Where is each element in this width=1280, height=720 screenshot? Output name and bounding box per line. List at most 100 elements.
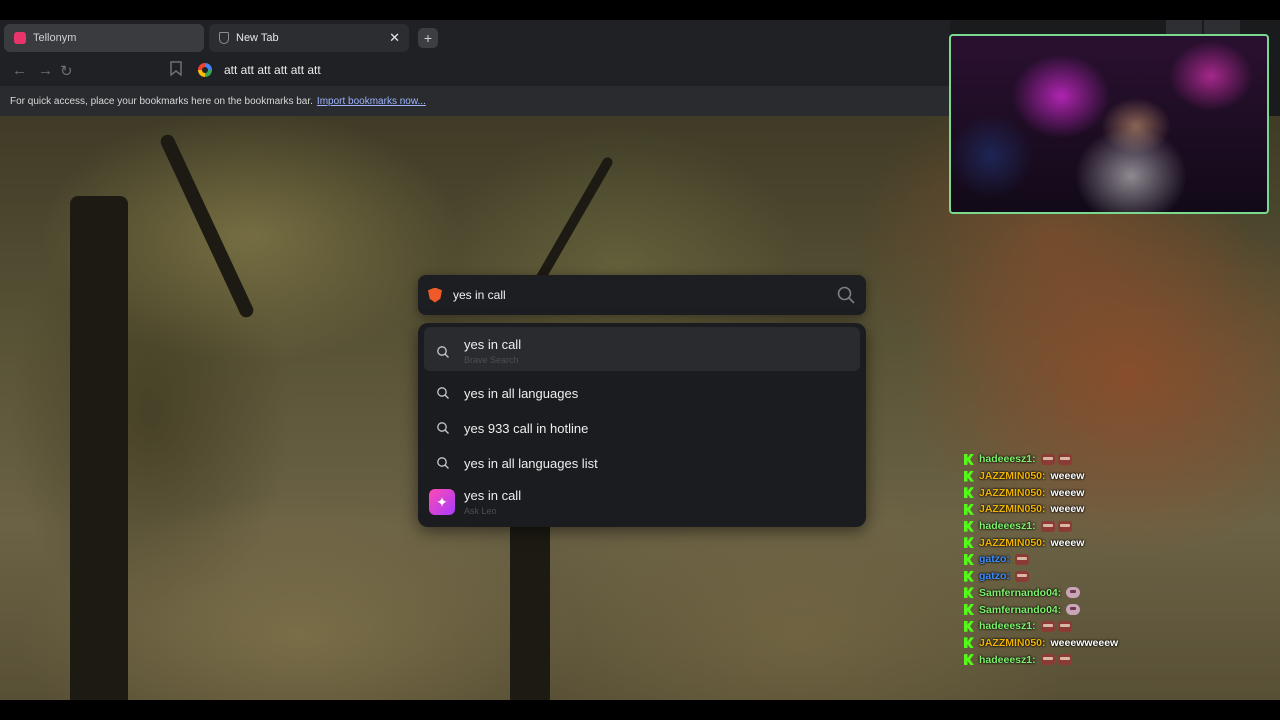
suggestion-text: yes in all languages list [464, 455, 598, 471]
search-icon [437, 346, 449, 358]
address-bar-text: att att att att att att [224, 63, 321, 77]
google-icon [198, 63, 212, 77]
bookmark-icon[interactable] [170, 61, 182, 80]
chat-message: Samfernando04: [964, 585, 1280, 602]
kick-badge-icon [964, 453, 974, 465]
tree-branch [158, 132, 256, 320]
suggestion-text: yes 933 call in hotline [464, 420, 589, 436]
chat-username[interactable]: JAZZMIN050: [979, 487, 1046, 499]
chat-emote-icon [1057, 654, 1072, 666]
chat-message: Samfernando04: [964, 601, 1280, 618]
chat-emote-icon [1066, 604, 1081, 616]
chat-username[interactable]: JAZZMIN050: [979, 537, 1046, 549]
minimize-button[interactable] [1166, 20, 1202, 34]
screen-bottom-border [0, 700, 1280, 720]
close-tab-icon[interactable]: ✕ [389, 30, 400, 46]
tab-new-tab[interactable]: New Tab ✕ [209, 24, 409, 52]
kick-badge-icon [964, 604, 974, 616]
search-query: yes in call [453, 288, 506, 302]
tab-tellonym[interactable]: Tellonym [4, 24, 204, 52]
screen-top-border [0, 0, 1280, 20]
chat-message: JAZZMIN050: weeew [964, 501, 1280, 518]
search-icon [437, 422, 449, 434]
forward-arrow-icon[interactable]: → [38, 62, 53, 79]
search-suggestions: yes in call Brave Search yes in all lang… [418, 323, 866, 527]
import-bookmarks-link[interactable]: Import bookmarks now... [317, 96, 426, 107]
address-bar[interactable]: att att att att att att [198, 58, 948, 82]
chat-emote-icon [1014, 553, 1029, 565]
leo-ai-icon: ✦ [429, 489, 455, 515]
suggestion-text: yes in call [464, 337, 522, 352]
tree-trunk [510, 516, 550, 700]
chat-username[interactable]: JAZZMIN050: [979, 503, 1046, 515]
chat-username[interactable]: Samfernando04: [979, 604, 1061, 616]
chat-message-text: weeew [1050, 503, 1085, 516]
tellonym-favicon-icon [14, 32, 26, 44]
kick-badge-icon [964, 503, 974, 515]
search-icon [437, 457, 449, 469]
browser-toolbar: ← → ↻ att att att att att att [0, 54, 950, 86]
search-icon[interactable] [836, 285, 856, 305]
search-icon [437, 387, 449, 399]
chat-message: JAZZMIN050: weeew [964, 534, 1280, 551]
kick-badge-icon [964, 553, 974, 565]
tree-trunk [70, 196, 128, 700]
suggestion-item[interactable]: yes 933 call in hotline [424, 416, 860, 440]
suggestion-subtext: Brave Search [464, 355, 519, 365]
streamer-webcam [949, 34, 1269, 214]
tab-label: New Tab [236, 32, 279, 44]
kick-badge-icon [964, 587, 974, 599]
chat-message-text: weeewweeew [1050, 636, 1119, 649]
chat-emote-icon [1057, 620, 1072, 632]
chat-message: JAZZMIN050: weeew [964, 468, 1280, 485]
tab-strip: Tellonym New Tab ✕ + [0, 20, 950, 54]
kick-badge-icon [964, 620, 974, 632]
chat-username[interactable]: Samfernando04: [979, 587, 1061, 599]
chat-username[interactable]: gatzo: [979, 553, 1010, 565]
chat-message: JAZZMIN050: weeew [964, 484, 1280, 501]
chat-emote-icon [1014, 570, 1029, 582]
chat-username[interactable]: hadeeesz1: [979, 453, 1036, 465]
chat-emote-icon [1057, 453, 1072, 465]
chat-username[interactable]: gatzo: [979, 570, 1010, 582]
chat-username[interactable]: hadeeesz1: [979, 620, 1036, 632]
reload-icon[interactable]: ↻ [60, 62, 73, 80]
chat-emote-icon [1057, 520, 1072, 532]
kick-badge-icon [964, 637, 974, 649]
chat-emote-icon [1040, 520, 1055, 532]
brave-logo-icon [428, 287, 442, 303]
kick-badge-icon [964, 537, 974, 549]
suggestion-item[interactable]: yes in all languages [424, 381, 860, 405]
kick-badge-icon [964, 654, 974, 666]
kick-badge-icon [964, 470, 974, 482]
bookmarks-bar: For quick access, place your bookmarks h… [0, 86, 950, 116]
suggestion-item-ask-leo[interactable]: ✦ yes in call Ask Leo [424, 485, 860, 519]
stream-chat-overlay: hadeeesz1: JAZZMIN050: weeew JAZZMIN050: wee… [964, 451, 1280, 668]
chat-message-text: weeew [1050, 486, 1085, 499]
chat-username[interactable]: hadeeesz1: [979, 654, 1036, 666]
chat-message: hadeeesz1: [964, 618, 1280, 635]
kick-badge-icon [964, 487, 974, 499]
bookmarks-bar-message: For quick access, place your bookmarks h… [10, 95, 313, 107]
chat-emote-icon [1040, 654, 1055, 666]
chat-message-text: weeew [1050, 470, 1085, 483]
tab-label: Tellonym [33, 32, 77, 44]
back-arrow-icon[interactable]: ← [12, 62, 27, 79]
chat-emote-icon [1040, 453, 1055, 465]
chat-username[interactable]: JAZZMIN050: [979, 470, 1046, 482]
maximize-button[interactable] [1204, 20, 1240, 34]
suggestion-text: yes in all languages [464, 385, 579, 401]
suggestion-item[interactable]: yes in all languages list [424, 451, 860, 475]
chat-username[interactable]: hadeeesz1: [979, 520, 1036, 532]
chat-emote-icon [1040, 620, 1055, 632]
kick-badge-icon [964, 520, 974, 532]
suggestion-item[interactable]: yes in call Brave Search [424, 327, 860, 371]
chat-emote-icon [1066, 587, 1081, 599]
chat-username[interactable]: JAZZMIN050: [979, 637, 1046, 649]
chat-message: gatzo: [964, 568, 1280, 585]
new-tab-search-box[interactable]: yes in call [418, 275, 866, 315]
chat-message: hadeeesz1: [964, 518, 1280, 535]
new-tab-button[interactable]: + [418, 28, 438, 48]
chat-message-text: weeew [1050, 536, 1085, 549]
chat-message: hadeeesz1: [964, 651, 1280, 668]
